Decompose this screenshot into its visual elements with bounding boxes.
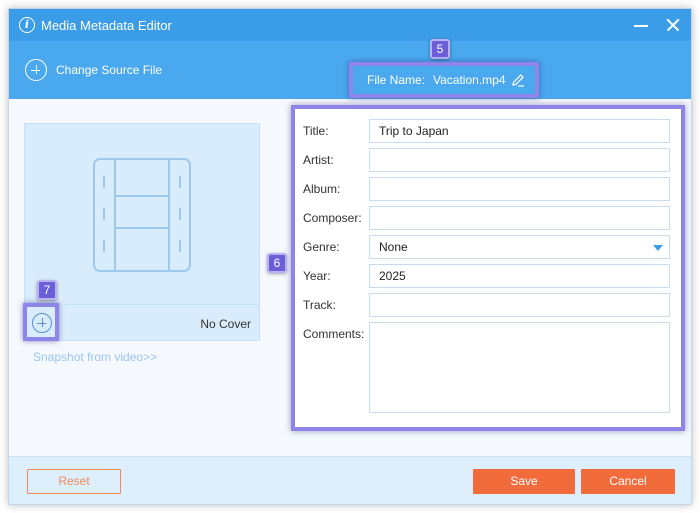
album-label: Album: (303, 182, 341, 196)
metadata-editor-window: i Media Metadata Editor Change Source Fi… (8, 8, 692, 505)
file-name-label: File Name: (367, 73, 426, 87)
genre-row: Genre: None (303, 235, 673, 259)
artist-label: Artist: (303, 153, 334, 167)
window-title: Media Metadata Editor (41, 18, 172, 33)
snapshot-from-video-link[interactable]: Snapshot from video>> (33, 350, 157, 364)
change-source-button[interactable]: Change Source File (25, 59, 162, 81)
track-label: Track: (303, 298, 336, 312)
album-row: Album: (303, 177, 673, 201)
artist-row: Artist: (303, 148, 673, 172)
cancel-button[interactable]: Cancel (581, 469, 675, 494)
callout-badge-6: 6 (267, 253, 287, 273)
cover-art-panel: No Cover (23, 123, 260, 341)
add-cover-highlight (23, 303, 59, 341)
title-row: Title: (303, 119, 673, 143)
file-name-value: Vacation.mp4 (433, 73, 506, 87)
track-row: Track: (303, 293, 673, 317)
edit-pencil-icon[interactable] (511, 73, 525, 87)
close-button[interactable] (661, 13, 685, 37)
composer-row: Composer: (303, 206, 673, 230)
file-name-display: File Name: Vacation.mp4 (349, 62, 539, 98)
cover-status: No Cover (200, 317, 251, 331)
year-input[interactable] (369, 264, 670, 288)
save-button[interactable]: Save (473, 469, 575, 494)
minimize-button[interactable] (629, 13, 653, 37)
year-row: Year: (303, 264, 673, 288)
footer-bar: Reset Save Cancel (9, 456, 691, 504)
genre-value: None (379, 240, 408, 254)
metadata-form: Title: Artist: Album: Composer: Genre: N… (291, 105, 685, 431)
callout-badge-5: 5 (430, 39, 450, 59)
info-icon: i (19, 17, 35, 33)
dropdown-arrow-icon (653, 245, 663, 251)
toolbar: Change Source File 5 File Name: Vacation… (9, 39, 691, 99)
add-cover-icon[interactable] (32, 313, 52, 333)
add-circle-icon (25, 59, 47, 81)
change-source-label: Change Source File (56, 63, 163, 77)
composer-label: Composer: (303, 211, 362, 225)
cover-actions: No Cover (23, 303, 259, 341)
genre-select[interactable]: None (369, 235, 670, 259)
callout-badge-7: 7 (37, 280, 57, 300)
genre-label: Genre: (303, 240, 340, 254)
film-strip-icon (93, 158, 191, 272)
reset-button[interactable]: Reset (27, 469, 121, 494)
comments-label: Comments: (303, 327, 365, 341)
title-bar: i Media Metadata Editor (9, 9, 691, 41)
title-input[interactable] (369, 119, 670, 143)
comments-textarea[interactable] (369, 322, 670, 413)
title-label: Title: (303, 124, 329, 138)
comments-row: Comments: (303, 322, 673, 413)
album-input[interactable] (369, 177, 670, 201)
artist-input[interactable] (369, 148, 670, 172)
composer-input[interactable] (369, 206, 670, 230)
year-label: Year: (303, 269, 331, 283)
track-input[interactable] (369, 293, 670, 317)
